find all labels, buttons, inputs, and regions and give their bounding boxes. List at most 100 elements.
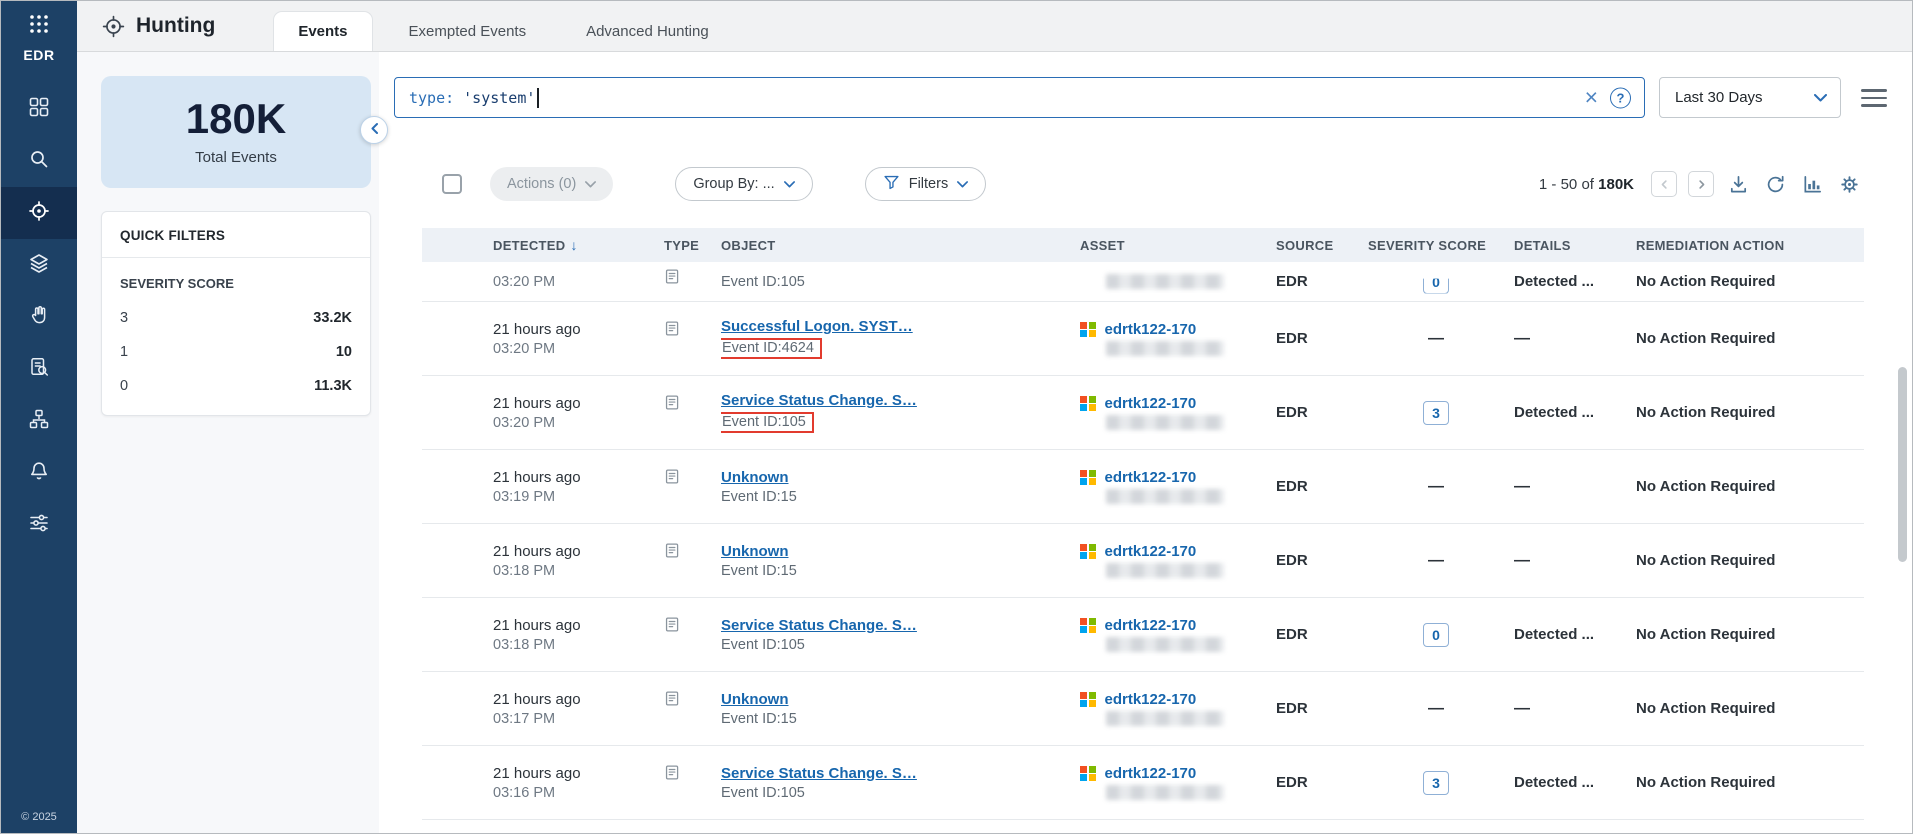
table-row[interactable]: 21 hours ago 03:20 PM Service Status Cha… (422, 376, 1864, 450)
row-lead-cell (422, 524, 493, 597)
filters-button[interactable]: Filters (865, 167, 986, 201)
asset-cell: edrtk122-170 (1080, 672, 1276, 745)
table-row[interactable]: 21 hours ago 03:20 PM Successful Logon. … (422, 302, 1864, 376)
group-by-button[interactable]: Group By: ... (675, 167, 812, 201)
detected-cell: 21 hours ago 03:20 PM (493, 376, 664, 449)
header-source[interactable]: SOURCE (1276, 238, 1368, 253)
header-remediation-action[interactable]: REMEDIATION ACTION (1636, 238, 1864, 253)
severity-badge: 0 (1423, 270, 1449, 294)
header-detected[interactable]: DETECTED↓ (493, 237, 664, 253)
asset-link[interactable]: edrtk122-170 (1105, 321, 1197, 338)
previous-page-button[interactable] (1651, 171, 1677, 197)
tab-events[interactable]: Events (273, 11, 372, 51)
sidebar-item-forensics[interactable] (1, 343, 77, 395)
clear-query-icon[interactable]: × (1585, 86, 1598, 109)
scrollbar-thumb[interactable] (1898, 367, 1907, 562)
asset-link[interactable]: edrtk122-170 (1105, 469, 1197, 486)
table-row[interactable]: 21 hours ago 03:19 PM Unknown Event ID:1… (422, 450, 1864, 524)
filter-count: 33.2K (313, 310, 352, 326)
header-details[interactable]: DETAILS (1514, 238, 1636, 253)
detected-time: 03:17 PM (493, 711, 654, 727)
severity-filter-0[interactable]: 0 11.3K (102, 369, 370, 403)
chart-icon[interactable] (1799, 171, 1825, 197)
source-value: EDR (1276, 700, 1358, 717)
sidebar-item-stack[interactable] (1, 239, 77, 291)
table-row[interactable]: 21 hours ago 03:16 PM Service Status Cha… (422, 746, 1864, 820)
object-link[interactable]: Service Status Change. S… (721, 392, 1066, 409)
sidebar-item-network[interactable] (1, 395, 77, 447)
remediation-value: No Action Required (1636, 273, 1854, 290)
tab-advanced-hunting[interactable]: Advanced Hunting (562, 11, 733, 51)
refresh-icon[interactable] (1762, 171, 1788, 197)
asset-link[interactable]: edrtk122-170 (1105, 395, 1197, 412)
event-log-icon (664, 268, 711, 290)
asset-cell: edrtk122-170 (1080, 302, 1276, 375)
severity-filter-3[interactable]: 3 33.2K (102, 301, 370, 335)
next-page-button[interactable] (1688, 171, 1714, 197)
object-link[interactable]: Unknown (721, 691, 1066, 708)
source-value: EDR (1276, 330, 1358, 347)
table-row[interactable]: 21 hours ago 03:17 PM Unknown Event ID:1… (422, 672, 1864, 746)
table-row[interactable]: 21 hours ago 03:18 PM Unknown Event ID:1… (422, 524, 1864, 598)
help-icon[interactable]: ? (1610, 87, 1631, 108)
sidebar-item-hunting[interactable] (1, 187, 77, 239)
app-launcher-icon[interactable] (28, 13, 50, 40)
chevron-down-icon (784, 176, 795, 192)
object-link[interactable]: Service Status Change. S… (721, 765, 1066, 782)
main-content: type: 'system' × ? Last 30 Days Actions … (379, 52, 1912, 833)
text-cursor (537, 88, 539, 108)
object-link[interactable]: Unknown (721, 543, 1066, 560)
sidebar-item-notifications[interactable] (1, 447, 77, 499)
chevron-left-icon (369, 122, 380, 138)
table-row[interactable]: 03:20 PM Event ID:105 edrtk122-170 EDR 0… (422, 262, 1864, 302)
event-id: Event ID:15 (721, 711, 797, 727)
remediation-cell: No Action Required (1636, 598, 1864, 671)
asset-link[interactable]: edrtk122-170 (1105, 765, 1197, 782)
actions-button[interactable]: Actions (0) (490, 167, 613, 201)
detected-cell: 21 hours ago 03:20 PM (493, 302, 664, 375)
asset-cell: edrtk122-170 (1080, 598, 1276, 671)
severity-cell: — (1368, 524, 1514, 597)
time-range-select[interactable]: Last 30 Days (1659, 77, 1841, 118)
header-severity-score[interactable]: SEVERITY SCORE (1368, 238, 1514, 253)
detected-time: 03:19 PM (493, 489, 654, 505)
asset-link[interactable]: edrtk122-170 (1105, 691, 1197, 708)
product-name: EDR (23, 47, 54, 63)
group-by-label: Group By: ... (693, 176, 774, 192)
object-link[interactable]: Unknown (721, 469, 1066, 486)
header-object[interactable]: OBJECT (721, 238, 1080, 253)
severity-filter-1[interactable]: 1 10 (102, 335, 370, 369)
table-row[interactable]: 21 hours ago 03:18 PM Service Status Cha… (422, 598, 1864, 672)
remediation-value: No Action Required (1636, 700, 1854, 717)
page-total: 180K (1598, 176, 1634, 193)
header-type[interactable]: TYPE (664, 238, 721, 253)
source-value: EDR (1276, 552, 1358, 569)
gear-icon[interactable] (1836, 171, 1862, 197)
asset-link[interactable]: edrtk122-170 (1105, 617, 1197, 634)
tab-exempted-events[interactable]: Exempted Events (385, 11, 551, 51)
download-icon[interactable] (1725, 171, 1751, 197)
object-link[interactable]: Service Status Change. S… (721, 617, 1066, 634)
details-value: — (1514, 478, 1626, 496)
vertical-scrollbar[interactable] (1898, 231, 1907, 825)
severity-score-heading: SEVERITY SCORE (102, 258, 370, 301)
detected-cell: 21 hours ago 03:16 PM (493, 746, 664, 819)
object-link[interactable]: Successful Logon. SYST… (721, 318, 1066, 335)
asset-link[interactable]: edrtk122-170 (1105, 543, 1197, 560)
stack-icon (28, 252, 50, 279)
select-all-checkbox[interactable] (442, 174, 462, 194)
header-asset[interactable]: ASSET (1080, 238, 1276, 253)
object-cell: Service Status Change. S… Event ID:105 (721, 376, 1080, 449)
sidebar-item-search[interactable] (1, 135, 77, 187)
menu-icon[interactable] (1861, 89, 1887, 107)
collapse-panel-button[interactable] (360, 116, 388, 144)
sidebar-item-hand[interactable] (1, 291, 77, 343)
query-input[interactable]: type: 'system' × ? (394, 77, 1645, 118)
row-lead-cell (422, 746, 493, 819)
sidebar-item-settings[interactable] (1, 499, 77, 551)
sidebar-item-dashboard[interactable] (1, 83, 77, 135)
table-header: DETECTED↓ TYPE OBJECT ASSET SOURCE SEVER… (422, 228, 1864, 262)
hand-icon (28, 304, 50, 331)
type-cell (664, 302, 721, 375)
detected-relative: 21 hours ago (493, 617, 654, 634)
